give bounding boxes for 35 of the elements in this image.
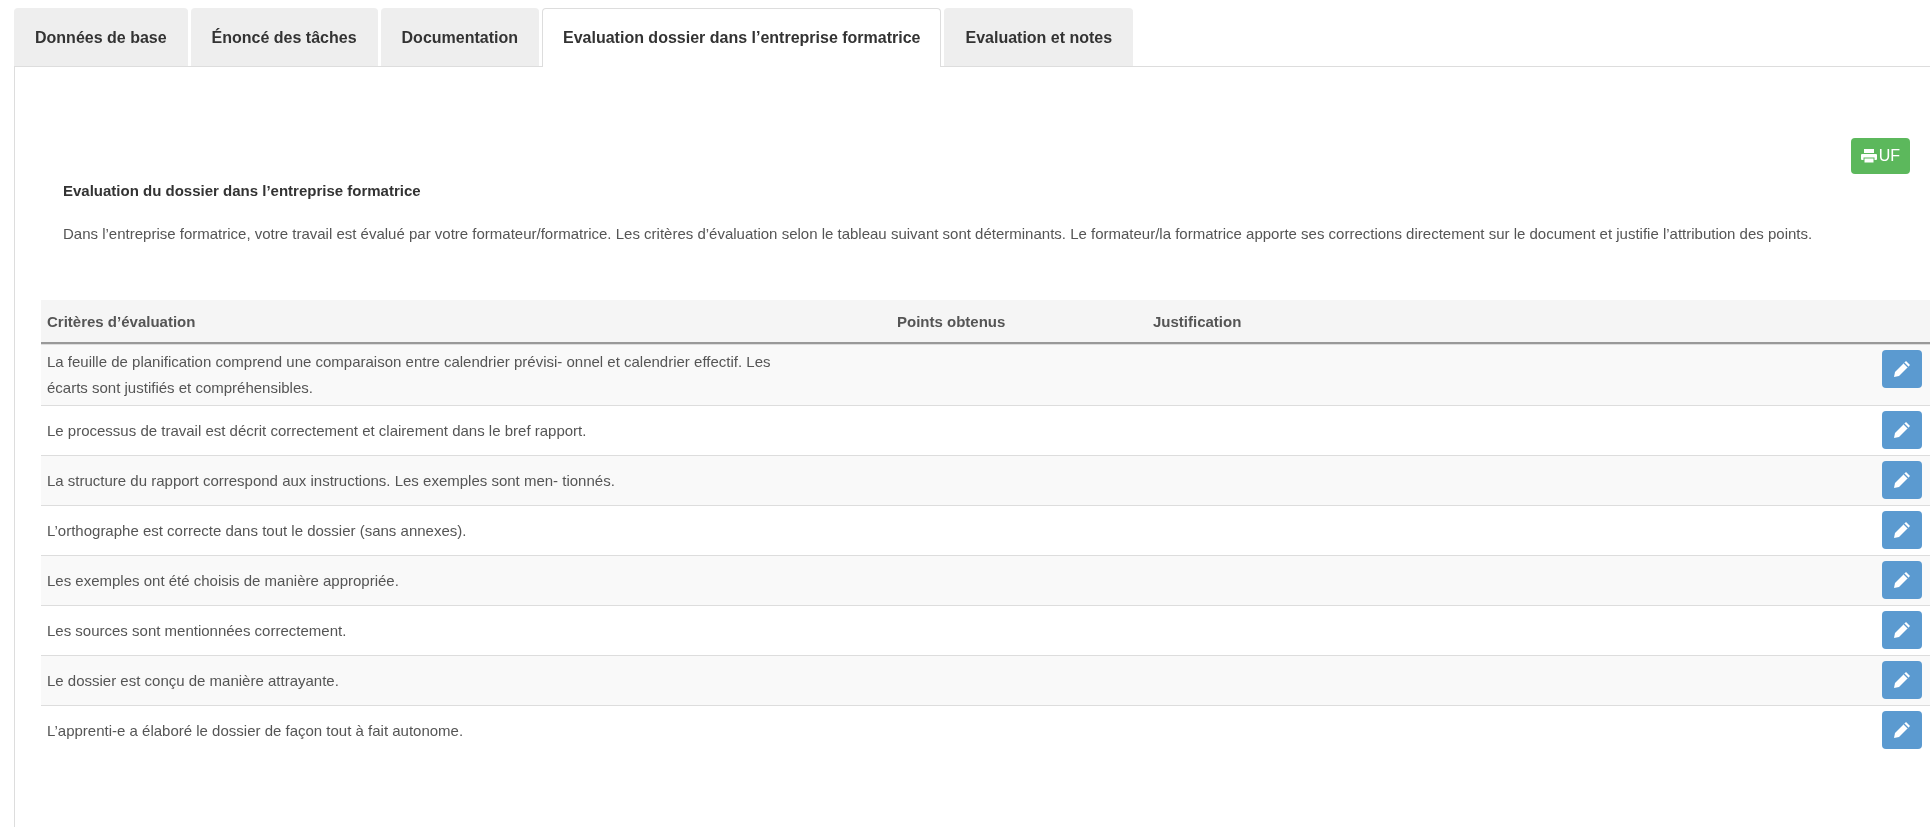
table-cell-text: Le dossier est conçu de manière attrayante. [46, 670, 340, 691]
edit-button[interactable] [1882, 511, 1922, 549]
pencil-icon [1893, 671, 1911, 689]
pencil-icon [1893, 360, 1911, 378]
edit-button[interactable] [1882, 461, 1922, 499]
table-cell-text: La feuille de planification comprend une comparaison entre calendrier prévisi- onnel et calendrier effectif. Les écarts sont justifiés et compréhensibles. [46, 352, 772, 398]
pencil-icon [1893, 471, 1911, 489]
pencil-icon [1893, 521, 1911, 539]
pencil-icon [1893, 571, 1911, 589]
edit-button[interactable] [1882, 711, 1922, 749]
pencil-icon [1893, 421, 1911, 439]
table-cell-text: Le processus de travail est décrit correctement et clairement dans le bref rapport. [46, 420, 588, 441]
edit-button[interactable] [1882, 661, 1922, 699]
description-text: Dans l’entreprise formatrice, votre travail est évalué par votre formateur/formatrice. Les critères d’évaluation selon le tableau suivant sont déterminants. Le formateur/la formatrice apporte ses corrections directement sur le document et justifie l’attribution des points. [63, 224, 1814, 244]
tab[interactable]: Evaluation dossier dans l’entreprise formatrice [542, 8, 942, 67]
edit-button[interactable] [1882, 611, 1922, 649]
table-cell-text: La structure du rapport correspond aux instructions. Les exemples sont men- tionnés. [46, 470, 616, 491]
tab[interactable]: Documentation [380, 8, 539, 66]
pencil-icon [1893, 621, 1911, 639]
edit-button[interactable] [1882, 411, 1922, 449]
table-cell-text: Les sources sont mentionnées correctement. [46, 620, 348, 641]
tab[interactable]: Evaluation et notes [944, 8, 1134, 66]
edit-button[interactable] [1882, 350, 1922, 388]
section-title: Evaluation du dossier dans l’entreprise formatrice [62, 181, 422, 199]
tab[interactable]: Données de base [14, 8, 188, 66]
table-cell-text: L’apprenti-e a élaboré le dossier de façon tout à fait autonome. [46, 720, 465, 741]
pencil-icon [1893, 721, 1911, 739]
table-cell-text: Les exemples ont été choisis de manière appropriée. [46, 570, 400, 591]
edit-button[interactable] [1882, 561, 1922, 599]
printer-icon [1860, 149, 1877, 163]
column-header: Critères d’évaluation [46, 311, 197, 332]
table-cell-text: L’orthographe est correcte dans tout le dossier (sans annexes). [46, 520, 468, 541]
column-header: Justification [1152, 311, 1243, 332]
tab[interactable]: Énoncé des tâches [190, 8, 378, 66]
column-header: Points obtenus [896, 311, 1007, 332]
